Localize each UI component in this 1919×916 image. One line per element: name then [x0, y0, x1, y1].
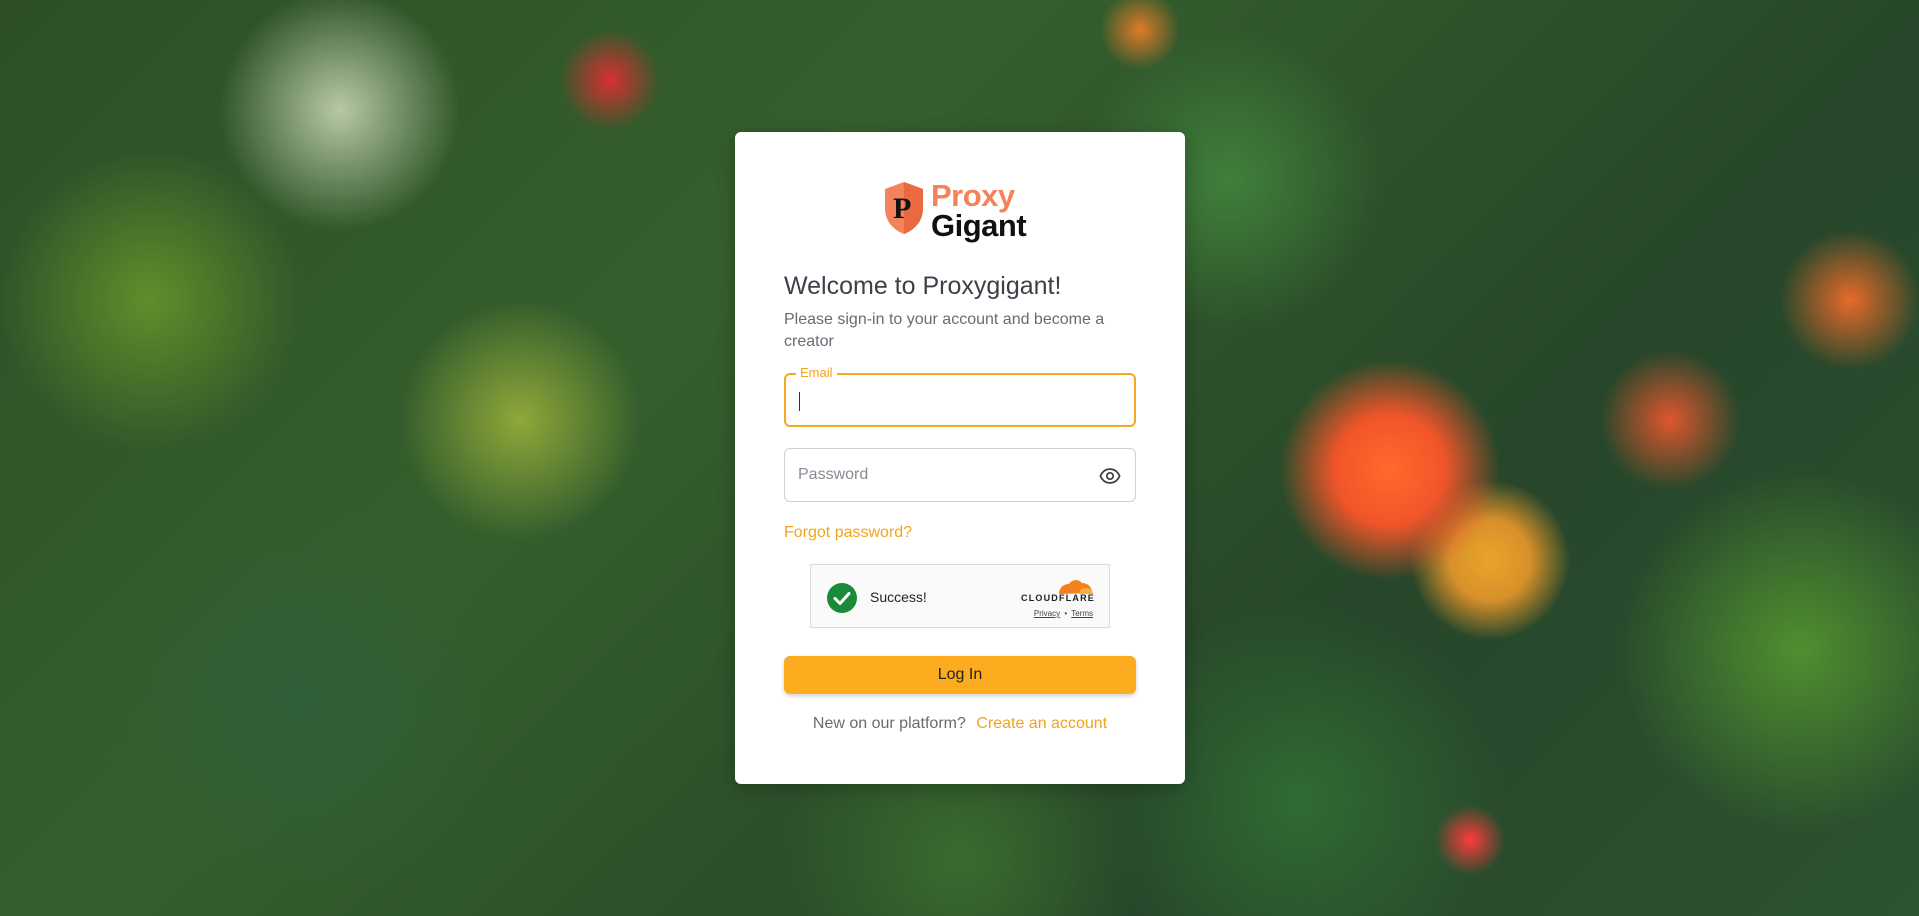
eye-icon[interactable]	[1099, 465, 1121, 487]
page-title: Welcome to Proxygigant!	[784, 272, 1062, 300]
page-subtitle: Please sign-in to your account and becom…	[784, 311, 1105, 350]
shield-logo-icon: P	[885, 182, 923, 234]
text-caret	[799, 392, 800, 411]
terms-link[interactable]: Terms	[1071, 609, 1093, 618]
password-field[interactable]	[784, 448, 1136, 502]
brand-logo: P Proxy Gigant	[883, 178, 1039, 244]
cloudflare-wordmark: CLOUDFLARE	[1021, 593, 1095, 603]
link-separator: •	[1064, 609, 1068, 618]
signup-prompt-text: New on our platform?	[812, 715, 966, 732]
forgot-password-link[interactable]: Forgot password?	[784, 524, 912, 542]
svg-text:P: P	[893, 192, 911, 225]
email-input[interactable]	[786, 375, 1134, 425]
email-field[interactable]: Email	[784, 365, 1136, 427]
captcha-links: Privacy • Terms	[1034, 609, 1093, 618]
captcha-widget[interactable]: Success! CLOUDFLARE Privacy • Terms	[810, 564, 1110, 628]
privacy-link[interactable]: Privacy	[1034, 609, 1060, 618]
password-input[interactable]	[785, 449, 1135, 501]
success-check-icon	[827, 583, 857, 613]
brand-name-line-2: Gigant	[931, 208, 1027, 243]
signup-prompt: New on our platform? Create an account	[735, 715, 1185, 733]
login-button[interactable]: Log In	[784, 656, 1136, 694]
login-card: P Proxy Gigant Welcome to Proxygigant! P…	[735, 132, 1185, 784]
create-account-link[interactable]: Create an account	[976, 715, 1107, 732]
captcha-status: Success!	[870, 589, 927, 605]
